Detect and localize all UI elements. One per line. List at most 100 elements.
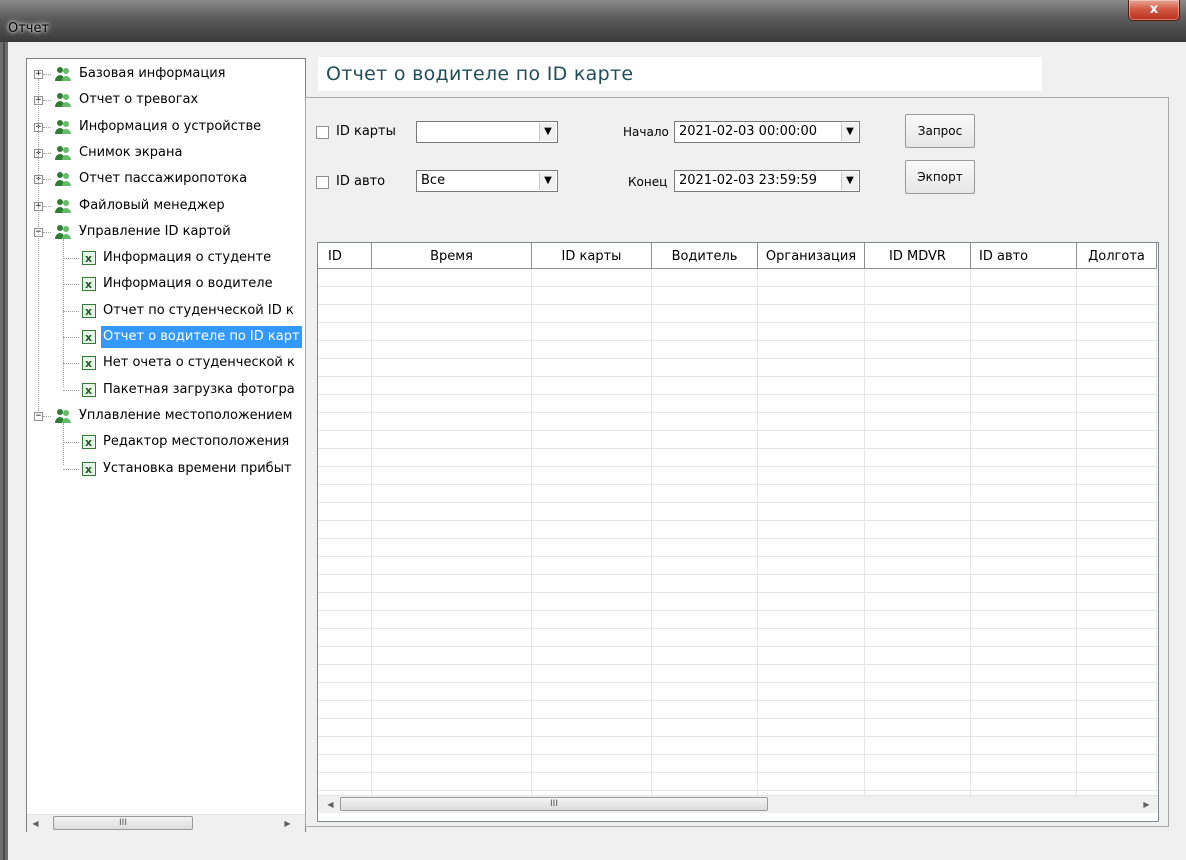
- column-header[interactable]: Водитель: [652, 243, 758, 269]
- tree-connector: [43, 231, 51, 233]
- tree-connector: [43, 126, 51, 128]
- table-horizontal-scrollbar[interactable]: ◀ III ▶: [318, 795, 1158, 813]
- start-datetime-value: 2021-02-03 00:00:00: [679, 124, 818, 139]
- end-datetime-value: 2021-02-03 23:59:59: [679, 173, 818, 188]
- tree-leaf-item[interactable]: Пакетная загрузка фотогра: [27, 379, 305, 402]
- tree-connector: [63, 310, 79, 312]
- export-button[interactable]: Экпорт: [905, 160, 975, 194]
- column-divider: [1076, 269, 1077, 799]
- sheet-icon: [82, 301, 96, 323]
- tree-item-label: Базовая информация: [79, 66, 226, 81]
- tree-connector: [43, 100, 51, 102]
- column-header[interactable]: Долгота: [1077, 243, 1157, 269]
- scroll-right-icon[interactable]: ▶: [1138, 796, 1155, 813]
- tree-leaf-item[interactable]: Установка времени прибыт: [27, 458, 305, 481]
- close-button[interactable]: x: [1128, 0, 1180, 21]
- collapse-icon[interactable]: −: [34, 411, 43, 421]
- table-header: ID Время ID карты Водитель Организация ID MDV…: [318, 243, 1158, 269]
- auto-id-label: ID авто: [336, 174, 386, 189]
- card-id-checkbox[interactable]: [316, 126, 329, 139]
- tree-horizontal-scrollbar[interactable]: ◀ III ▶: [27, 814, 305, 832]
- tree-group-item[interactable]: + Файловый менеджер: [27, 195, 305, 217]
- tree-group-item[interactable]: + Базовая информация: [27, 63, 305, 85]
- column-header[interactable]: ID MDVR: [865, 243, 971, 269]
- tree-connector: [43, 179, 51, 181]
- auto-id-select[interactable]: Все ▼: [416, 170, 558, 192]
- tree-connector: [63, 389, 79, 391]
- scroll-right-icon[interactable]: ▶: [279, 815, 296, 832]
- tree-scroll-thumb[interactable]: III: [53, 816, 193, 830]
- tree-leaf-item[interactable]: Редактор местоположения: [27, 431, 305, 454]
- query-button[interactable]: Запрос: [905, 114, 975, 148]
- tree-item-label: Отчет пассажиропотока: [79, 171, 248, 187]
- tree-connector: [43, 74, 51, 75]
- tree-group-item[interactable]: + Информация о устройстве: [27, 116, 305, 138]
- start-datetime-picker[interactable]: 2021-02-03 00:00:00 ▼: [674, 121, 860, 143]
- chevron-down-icon[interactable]: ▼: [841, 172, 858, 190]
- tree-connector: [63, 468, 79, 470]
- column-divider: [970, 269, 971, 799]
- tree-group-item[interactable]: + Снимок экрана: [27, 142, 305, 164]
- expand-icon[interactable]: +: [34, 70, 43, 79]
- people-icon: [54, 118, 72, 136]
- card-id-label: ID карты: [336, 124, 396, 139]
- close-icon: x: [1149, 2, 1159, 17]
- column-divider: [651, 269, 652, 799]
- driver-report-table[interactable]: ID Время ID карты Водитель Организация ID MDV…: [317, 242, 1159, 822]
- column-divider: [371, 269, 372, 799]
- tree-item-label-selected: Отчет о водителе по ID карт: [101, 326, 302, 348]
- tree-leaf-item[interactable]: Отчет по студенческой ID к: [27, 300, 305, 323]
- column-header[interactable]: ID карты: [532, 243, 652, 269]
- column-header[interactable]: Время: [372, 243, 532, 269]
- tree-connector: [63, 258, 79, 260]
- report-tree[interactable]: + Базовая информация + Отчет о тревогах + Инф…: [26, 58, 306, 832]
- tree-item-label: Пакетная загрузка фотогра: [103, 381, 295, 397]
- tree-connector: [43, 415, 51, 417]
- auto-id-checkbox[interactable]: [316, 176, 329, 189]
- tree-connector: [43, 152, 51, 154]
- window-frame-left: [0, 42, 8, 860]
- column-divider: [864, 269, 865, 799]
- card-id-select[interactable]: ▼: [416, 121, 558, 143]
- end-datetime-picker[interactable]: 2021-02-03 23:59:59 ▼: [674, 170, 860, 192]
- sheet-icon: [82, 432, 96, 454]
- start-label: Начало: [623, 125, 669, 139]
- table-body: [318, 269, 1158, 799]
- chevron-down-icon[interactable]: ▼: [539, 123, 556, 141]
- tree-connector: [63, 337, 79, 338]
- sheet-icon: [82, 353, 96, 375]
- tree-branch-line: [63, 238, 64, 387]
- auto-id-value: Все: [421, 173, 446, 188]
- chevron-down-icon[interactable]: ▼: [539, 172, 556, 190]
- scroll-left-icon[interactable]: ◀: [27, 815, 44, 832]
- scroll-left-icon[interactable]: ◀: [322, 796, 339, 813]
- people-icon: [54, 144, 72, 162]
- tree-connector: [43, 205, 51, 207]
- tree-leaf-item[interactable]: Нет очета о студенческой к: [27, 352, 305, 375]
- column-header[interactable]: ID авто: [971, 243, 1077, 269]
- tree-item-label: Уплавление местоположением: [79, 407, 293, 423]
- tree-connector: [63, 284, 79, 286]
- tree-item-label: Информация о водителе: [103, 276, 273, 292]
- tree-branch-line: [63, 422, 64, 466]
- tree-leaf-item[interactable]: Отчет о водителе по ID карт: [27, 326, 305, 349]
- people-icon: [54, 197, 72, 215]
- column-header[interactable]: ID: [318, 243, 372, 269]
- tree-group-item[interactable]: + Отчет о тревогах: [27, 89, 305, 111]
- tree-leaf-item[interactable]: Информация о водителе: [27, 273, 305, 296]
- tree-group-item[interactable]: − Уплавление местоположением: [27, 405, 305, 427]
- tree-group-item[interactable]: + Отчет пассажиропотока: [27, 168, 305, 190]
- tree-leaf-item[interactable]: Информация о студенте: [27, 247, 305, 270]
- title-bar: Отчет x: [0, 0, 1186, 42]
- people-icon: [54, 91, 72, 109]
- people-icon: [54, 170, 72, 188]
- end-label: Конец: [628, 175, 668, 189]
- column-header[interactable]: Организация: [758, 243, 865, 269]
- table-scroll-thumb[interactable]: III: [340, 797, 768, 811]
- tree-item-label: Снимок экрана: [79, 144, 183, 160]
- sheet-icon: [82, 248, 96, 270]
- column-divider: [531, 269, 532, 799]
- chevron-down-icon[interactable]: ▼: [841, 123, 858, 141]
- tree-group-item[interactable]: − Управление ID картой: [27, 221, 305, 243]
- report-title: Отчет о водителе по ID карте: [318, 57, 1042, 91]
